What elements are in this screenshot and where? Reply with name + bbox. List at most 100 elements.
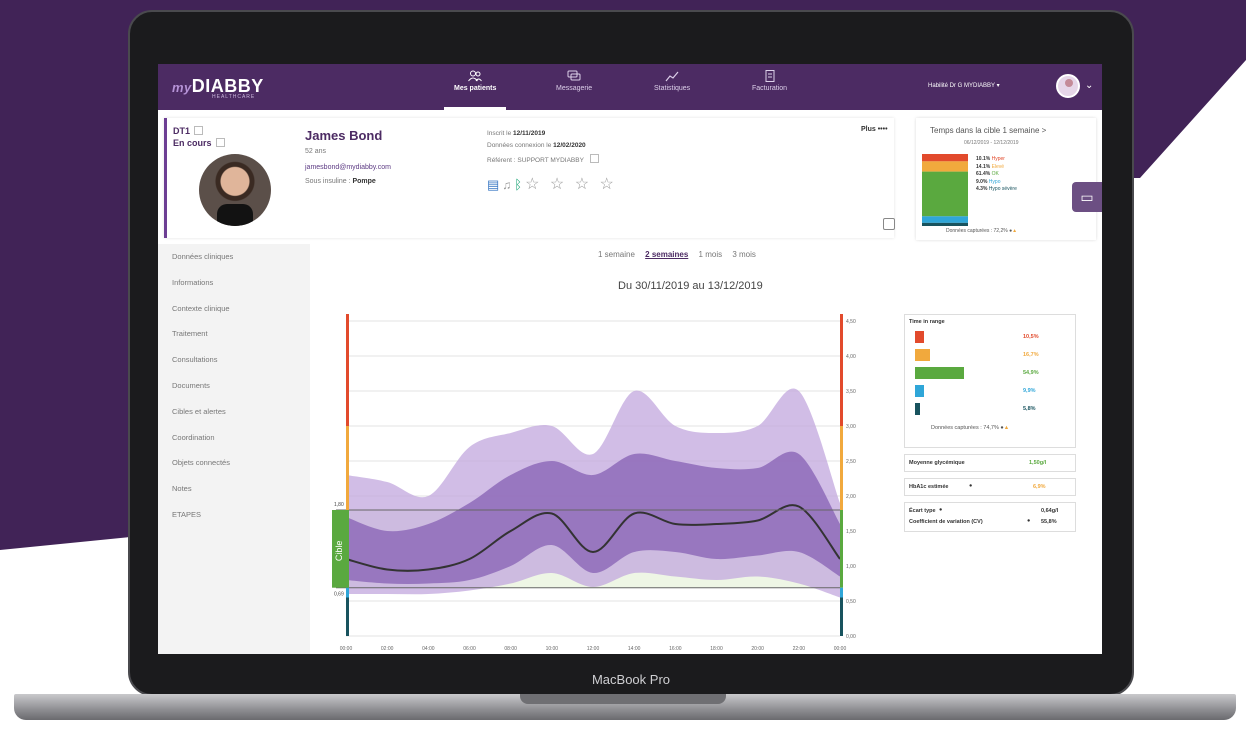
chart-date-range: Du 30/11/2019 au 13/12/2019 <box>618 280 763 292</box>
laptop-model-label: MacBook Pro <box>591 672 671 687</box>
tir-summary-label: OK <box>991 171 999 177</box>
chat-icon: ▭ <box>1080 189 1094 205</box>
time-in-range-card[interactable]: Temps dans la cible 1 semaine > 06/12/20… <box>916 118 1096 240</box>
tir-panel-title: Time in range <box>909 319 945 325</box>
mean-glucose-label: Moyenne glycémique <box>909 460 965 466</box>
nav-messagerie[interactable]: Messagerie <box>556 70 592 92</box>
sidebar-item-etapes[interactable]: ETAPES <box>158 502 310 528</box>
tir-summary-row: 14.1% Elevé <box>976 164 1017 172</box>
tir-summary-value: 4.3% <box>976 186 989 192</box>
period-3-mois[interactable]: 3 mois <box>732 250 756 259</box>
tir-panel-bar <box>915 367 965 379</box>
glucose-profile-chart: Cible 1,80 0,69 0,00 0,50 1,00 1,50 2,00 2,50 3,0… <box>332 314 856 652</box>
logo-main: DIABBY <box>191 76 264 96</box>
user-avatar[interactable] <box>1056 74 1080 98</box>
period-1-mois[interactable]: 1 mois <box>699 250 723 259</box>
chevron-down-icon[interactable]: ⌄ <box>1085 80 1093 91</box>
range-bar-segment <box>346 597 349 636</box>
x-tick-label: 14:00 <box>628 646 641 652</box>
tir-panel-bar <box>915 385 924 397</box>
tir-summary-value: 10.1% <box>976 156 992 162</box>
tir-card-title: Temps dans la cible 1 semaine > <box>930 126 1046 135</box>
patient-email[interactable]: jamesbond@mydiabby.com <box>305 164 391 171</box>
calendar-icon[interactable] <box>883 218 895 230</box>
logo-subtitle: HEALTHCARE <box>212 94 256 100</box>
info-icon[interactable]: ● <box>969 483 972 489</box>
registered-date: 12/11/2019 <box>513 130 546 137</box>
info-icon[interactable]: ● <box>939 507 942 513</box>
captured-text: Données capturées : 74,7% <box>931 425 999 431</box>
tir-panel-captured: Données capturées : 74,7% ●▲ <box>931 425 1009 431</box>
patients-icon <box>468 70 483 82</box>
nav-label: Messagerie <box>556 85 593 92</box>
sidebar-item-informations[interactable]: Informations <box>158 270 310 296</box>
range-bar-segment <box>346 426 349 510</box>
nav-mes-patients[interactable]: Mes patients <box>443 70 507 110</box>
chat-float-button[interactable]: ▭ <box>1072 182 1102 212</box>
rating-stars[interactable]: ☆ ☆ ☆ ☆ <box>525 176 617 193</box>
target-badge-label: Cible <box>334 541 344 562</box>
status-row: En cours <box>173 138 225 148</box>
bluetooth-icon[interactable]: ᛒ <box>514 177 525 192</box>
edit-icon[interactable] <box>589 154 599 163</box>
more-button[interactable]: Plus •••• <box>861 126 888 133</box>
hba1c-box: HbA1c estimée ● 6,9% <box>904 478 1076 496</box>
nav-facturation[interactable]: Facturation <box>752 70 787 92</box>
tir-summary-list: 10.1% Hyper 14.1% Elevé 61.4% OK 9.0% Hypo 4… <box>976 156 1017 194</box>
user-menu-name[interactable]: Habilité Dr G MYDIABBY ▾ <box>928 82 1000 89</box>
warning-icon: ▲ <box>1012 228 1018 234</box>
tir-bar-segment <box>922 216 968 223</box>
y-tick-label: 4,00 <box>846 354 856 360</box>
edit-icon[interactable] <box>194 126 204 135</box>
mean-glucose-value: 1,50g/l <box>1029 460 1047 466</box>
tir-summary-value: 61.4% <box>976 171 992 177</box>
sidebar-item-cibles-alertes[interactable]: Cibles et alertes <box>158 399 310 425</box>
tir-summary-value: 14.1% <box>976 163 992 170</box>
tir-summary-value: 9.0% <box>976 178 989 185</box>
sidebar-item-traitement[interactable]: Traitement <box>158 321 310 347</box>
x-tick-label: 18:00 <box>710 646 723 652</box>
insulin-label: Sous insuline : <box>305 178 351 185</box>
sidebar: Données cliniques Informations Contexte … <box>158 244 310 654</box>
y-tick-label: 2,00 <box>846 494 856 500</box>
tir-summary-label: Hyper <box>991 156 1005 162</box>
range-bar-segment <box>346 587 349 598</box>
sidebar-item-consultations[interactable]: Consultations <box>158 347 310 373</box>
sidebar-item-documents[interactable]: Documents <box>158 373 310 399</box>
x-tick-label: 10:00 <box>546 646 559 652</box>
app-logo[interactable]: myDIABBY HEALTHCARE <box>172 76 264 100</box>
bell-icon[interactable]: ♫ <box>502 178 514 192</box>
sidebar-item-contexte-clinique[interactable]: Contexte clinique <box>158 296 310 322</box>
tir-title-text: Temps dans la cible 1 semaine <box>930 126 1040 135</box>
edit-icon[interactable] <box>215 138 225 147</box>
period-1-semaine[interactable]: 1 semaine <box>598 250 635 259</box>
period-selector: 1 semaine 2 semaines 1 mois 3 mois <box>598 250 764 259</box>
target-high-label: 1,80 <box>334 502 344 508</box>
nav-statistiques[interactable]: Statistiques <box>654 70 690 92</box>
sidebar-item-coordination[interactable]: Coordination <box>158 425 310 451</box>
tir-bar-segment <box>922 171 968 217</box>
document-icon[interactable]: ▤ <box>487 177 502 192</box>
captured-text: Données capturées : 72,2% <box>946 228 1008 234</box>
tir-captured-data: Données capturées : 72,2% ●▲ <box>946 228 1017 234</box>
variability-box: Écart type ● 0,64g/l Coefficient de vari… <box>904 502 1076 532</box>
laptop-notch <box>520 694 726 704</box>
tir-summary-row: 10.1% Hyper <box>976 156 1017 164</box>
target-badge: Cible <box>332 510 348 588</box>
x-tick-label: 08:00 <box>504 646 517 652</box>
x-tick-label: 16:00 <box>669 646 682 652</box>
sidebar-item-notes[interactable]: Notes <box>158 476 310 502</box>
patient-card: DT1 En cours James Bond 52 ans jamesbond… <box>164 118 895 238</box>
tir-panel-value: 10,5% <box>1023 334 1039 340</box>
tir-panel-bar <box>915 403 921 415</box>
chevron-right-icon[interactable]: > <box>1042 126 1047 135</box>
sidebar-item-objets-connectes[interactable]: Objets connectés <box>158 450 310 476</box>
period-2-semaines[interactable]: 2 semaines <box>645 250 688 259</box>
x-tick-label: 20:00 <box>751 646 764 652</box>
referent-row: Référent : SUPPORT MYDIABBY <box>487 154 599 164</box>
sidebar-item-donnees-cliniques[interactable]: Données cliniques <box>158 244 310 270</box>
range-bar-segment <box>840 597 843 636</box>
patient-insulin: Sous insuline : Pompe <box>305 178 376 185</box>
info-icon[interactable]: ● <box>1027 518 1030 524</box>
tir-panel-value: 5,8% <box>1023 406 1036 412</box>
